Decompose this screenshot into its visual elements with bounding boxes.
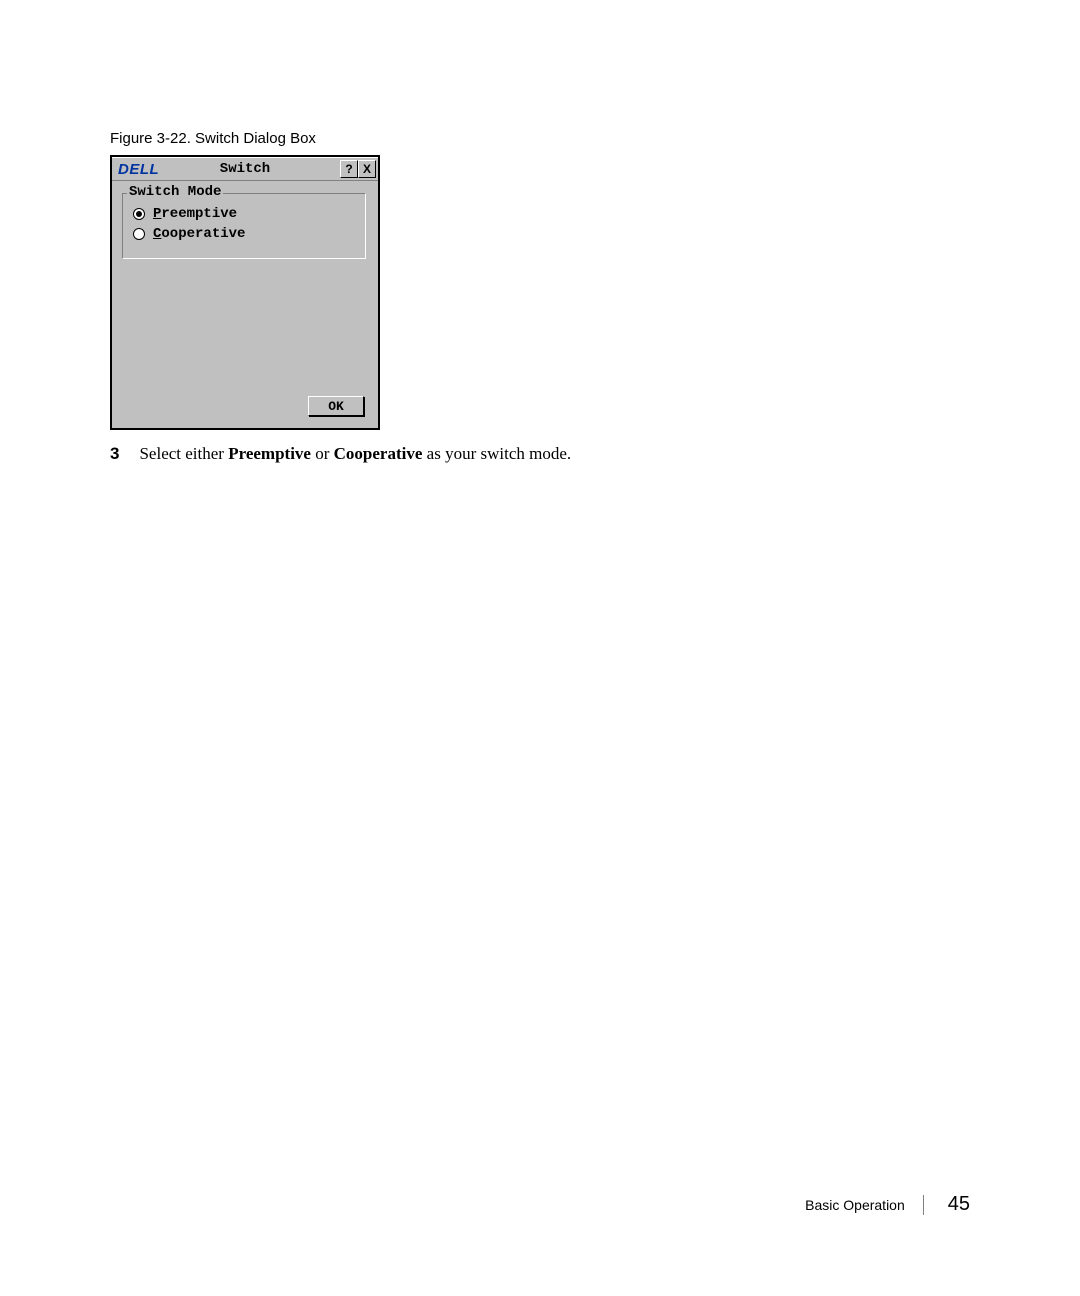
switch-dialog: DELL Switch ? X Switch Mode Preemptive: [110, 155, 380, 430]
switch-mode-fieldset: Switch Mode Preemptive Cooperative: [122, 193, 366, 259]
fieldset-legend: Switch Mode: [127, 184, 223, 200]
dialog-titlebar: DELL Switch ? X: [112, 157, 378, 181]
page-footer: Basic Operation 45: [805, 1193, 970, 1216]
radio-label: Cooperative: [153, 226, 245, 242]
footer-divider: [923, 1195, 924, 1215]
instruction-step: 3 Select either Preemptive or Cooperativ…: [110, 444, 970, 464]
ok-button[interactable]: OK: [308, 396, 364, 416]
instruction-text: Select either Preemptive or Cooperative …: [139, 444, 571, 464]
ok-button-label: OK: [328, 399, 344, 414]
close-icon: X: [363, 162, 371, 176]
footer-section: Basic Operation: [805, 1197, 923, 1213]
close-button[interactable]: X: [358, 160, 376, 178]
titlebar-buttons: ? X: [340, 160, 376, 178]
figure-caption: Figure 3-22. Switch Dialog Box: [110, 130, 970, 147]
radio-label: Preemptive: [153, 206, 237, 222]
radio-icon: [133, 228, 145, 240]
footer-page-number: 45: [948, 1193, 970, 1216]
radio-preemptive[interactable]: Preemptive: [133, 206, 355, 222]
radio-icon: [133, 208, 145, 220]
step-number: 3: [110, 444, 119, 464]
dialog-body: Switch Mode Preemptive Cooperative OK: [112, 181, 378, 428]
help-icon: ?: [345, 162, 352, 176]
dialog-title: Switch: [220, 161, 270, 177]
help-button[interactable]: ?: [340, 160, 358, 178]
dell-logo: DELL: [112, 161, 159, 178]
radio-cooperative[interactable]: Cooperative: [133, 226, 355, 242]
